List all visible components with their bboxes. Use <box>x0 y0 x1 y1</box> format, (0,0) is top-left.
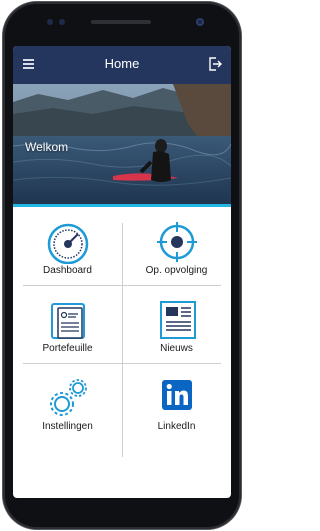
tile-dashboard[interactable]: Dashboard <box>13 207 122 285</box>
menu-grid: Dashboard Op. opvolging Portefeuille Nie… <box>13 207 231 457</box>
earpiece-speaker <box>91 20 151 24</box>
tile-label: Nieuws <box>160 343 193 354</box>
sensor-dot <box>59 19 65 25</box>
linkedin-icon <box>147 376 207 420</box>
welcome-banner: Welkom <box>13 84 231 204</box>
tile-label: Op. opvolging <box>145 265 208 276</box>
tile-instellingen[interactable]: Instellingen <box>13 363 122 441</box>
tile-label: LinkedIn <box>157 421 196 432</box>
page-title: Home <box>104 56 140 71</box>
tile-label: Instellingen <box>42 421 93 432</box>
tile-op-opvolging[interactable]: Op. opvolging <box>122 207 231 285</box>
logout-icon[interactable] <box>207 56 223 72</box>
portfolio-document-icon <box>38 298 98 342</box>
tile-nieuws[interactable]: Nieuws <box>122 285 231 363</box>
front-camera <box>196 18 204 26</box>
top-navbar: Home <box>13 46 231 84</box>
newspaper-icon <box>147 298 207 342</box>
speedometer-icon <box>38 220 98 264</box>
phone-bottom-bezel <box>3 498 241 529</box>
app-screen: Home Welkom Dashboard Op. opvolging Port… <box>13 46 231 498</box>
gears-icon <box>38 376 98 420</box>
sensor-dot <box>47 19 53 25</box>
tile-portefeuille[interactable]: Portefeuille <box>13 285 122 363</box>
phone-top-bezel <box>3 2 241 46</box>
welcome-title: Welkom <box>25 140 69 154</box>
tile-linkedin[interactable]: LinkedIn <box>122 363 231 441</box>
phone-frame: Home Welkom Dashboard Op. opvolging Port… <box>3 2 241 529</box>
tile-label: Dashboard <box>43 265 92 276</box>
target-icon <box>147 220 207 264</box>
tile-label: Portefeuille <box>42 343 93 354</box>
